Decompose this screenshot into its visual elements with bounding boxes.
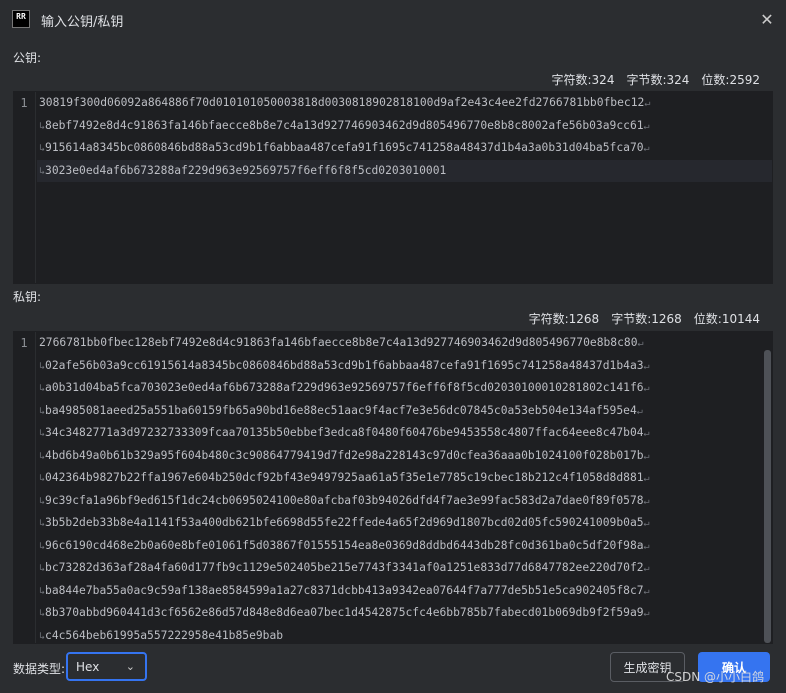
title-bar: RR 输入公钥/私钥 ✕ [0,0,786,38]
data-type-label: 数据类型: [13,662,66,676]
private-key-char-count: 字符数:1268 [528,312,600,326]
line-gutter: 1 [14,332,36,643]
code-line: ↳02afe56b03a9cc61915614a8345bc0860846bd8… [37,355,772,378]
data-type-value: Hex [76,659,100,674]
wrap-end-icon: ↵ [643,120,650,132]
code-line: ↳c4c564beb61995a557222958e41b85e9bab [37,625,772,644]
public-key-label: 公钥: [13,51,42,65]
wrap-end-icon: ↵ [643,563,650,574]
wrap-end-icon: ↵ [643,383,650,394]
public-key-char-count: 字符数:324 [551,73,615,87]
wrap-end-icon: ↵ [643,495,650,507]
code-line: ↳3b5b2deb33b8e4a1141f53a400db621bfe6698d… [37,512,772,535]
code-text: 915614a8345bc0860846bd88a53cd9b1f6abbaa4… [45,141,644,154]
code-line: ↳042364b9827b22ffa1967e604b250dcf92bf43e… [37,467,772,490]
line-number: 1 [20,336,28,350]
private-key-label: 私钥: [13,290,42,304]
code-text: 3023e0ed4af6b673288af229d963e92569757f6e… [45,163,447,177]
wrap-end-icon: ↵ [643,450,650,462]
private-key-text[interactable]: 2766781bb0fbec128ebf7492e8d4c91863fa146b… [37,332,772,644]
code-line: ↳34c3482771a3d97232733309fcaa70135b50ebb… [37,422,772,445]
code-line: ↳a0b31d04ba5fca703023e0ed4af6b673288af22… [37,377,772,400]
code-text: 3b5b2deb33b8e4a1141f53a400db621bfe6698d5… [45,516,644,529]
private-key-stats: 字符数:1268 字节数:1268 位数:10144 [529,310,760,327]
code-text: 4bd6b49a0b61b329a95f604b480c3c9086477941… [45,448,644,462]
code-text: ba4985081aeed25a551ba60159fb65a90bd16e88… [45,403,637,417]
code-line: ↳9c39cfa1a96bf9ed615f1dc24cb0695024100e8… [37,490,772,513]
code-text: 96c6190cd468e2b0a60e8bfe01061f5d03867f01… [45,538,644,552]
code-text: 9c39cfa1a96bf9ed615f1dc24cb0695024100e80… [45,493,644,507]
code-text: 8b370abbd960441d3cf6562e86d57d848e8d6ea0… [45,606,644,619]
line-gutter: 1 [14,92,36,283]
code-text: 02afe56b03a9cc61915614a8345bc0860846bd88… [45,358,644,372]
code-text: 042364b9827b22ffa1967e604b250dcf92bf43e9… [45,471,644,484]
code-text: 34c3482771a3d97232733309fcaa70135b50ebbe… [45,426,644,439]
window-title: 输入公钥/私钥 [41,15,124,30]
vertical-scrollbar[interactable] [764,350,771,643]
wrap-end-icon: ↵ [637,338,644,349]
code-line: ↳96c6190cd468e2b0a60e8bfe01061f5d03867f0… [37,535,772,558]
code-text: 30819f300d06092a864886f70d01010105000381… [39,96,645,109]
wrap-end-icon: ↵ [643,360,650,372]
code-line: ↳8ebf7492e8d4c91863fa146bfaecce8b8e7c4a1… [37,115,772,138]
code-line: ↳ba4985081aeed25a551ba60159fb65a90bd16e8… [37,400,772,423]
wrap-end-icon: ↵ [643,608,650,619]
wrap-end-icon: ↵ [643,428,650,439]
code-line: ↳bc73282d363af28a4fa60d177fb9c1129e50240… [37,557,772,580]
public-key-bit-count: 位数:2592 [701,73,760,87]
code-line: ↳3023e0ed4af6b673288af229d963e92569757f6… [37,159,772,182]
wrap-end-icon: ↵ [643,518,650,529]
chevron-down-icon: ⌄ [125,660,135,673]
code-text: a0b31d04ba5fca703023e0ed4af6b673288af229… [45,381,644,394]
public-key-byte-count: 字节数:324 [626,73,690,87]
code-line: ↳4bd6b49a0b61b329a95f604b480c3c908647794… [37,445,772,468]
private-key-bit-count: 位数:10144 [693,312,760,326]
public-key-stats: 字符数:324 字节数:324 位数:2592 [552,71,761,88]
wrap-end-icon: ↵ [643,143,650,154]
line-number: 1 [20,96,28,110]
code-text: bc73282d363af28a4fa60d177fb9c1129e502405… [45,561,644,574]
code-text: c4c564beb61995a557222958e41b85e9bab [45,628,284,642]
watermark: CSDN @小小白鸽 [666,670,765,684]
data-type-select[interactable]: Hex ⌄ [66,652,147,681]
private-key-editor[interactable]: 1 2766781bb0fbec128ebf7492e8d4c91863fa14… [13,331,773,644]
wrap-end-icon: ↵ [643,540,650,552]
public-key-editor[interactable]: 1 30819f300d06092a864886f70d010101050003… [13,91,773,284]
code-line: 2766781bb0fbec128ebf7492e8d4c91863fa146b… [37,332,772,355]
wrap-end-icon: ↵ [644,98,651,109]
wrap-end-icon: ↵ [643,473,650,484]
code-line: ↳ba844e7ba55a0ac9c59af138ae8584599a1a27c… [37,580,772,603]
code-text: 8ebf7492e8d4c91863fa146bfaecce8b8e7c4a13… [45,118,644,132]
private-key-byte-count: 字节数:1268 [611,312,682,326]
wrap-end-icon: ↵ [643,585,650,597]
public-key-text[interactable]: 30819f300d06092a864886f70d01010105000381… [37,92,772,182]
wrap-end-icon: ↵ [636,405,643,417]
code-line: ↳8b370abbd960441d3cf6562e86d57d848e8d6ea… [37,602,772,625]
code-line: 30819f300d06092a864886f70d01010105000381… [37,92,772,115]
code-text: 2766781bb0fbec128ebf7492e8d4c91863fa146b… [39,336,638,349]
code-line: ↳915614a8345bc0860846bd88a53cd9b1f6abbaa… [37,137,772,160]
app-logo: RR [12,10,30,28]
code-text: ba844e7ba55a0ac9c59af138ae8584599a1a27c8… [45,583,644,597]
close-icon[interactable]: ✕ [758,10,776,29]
